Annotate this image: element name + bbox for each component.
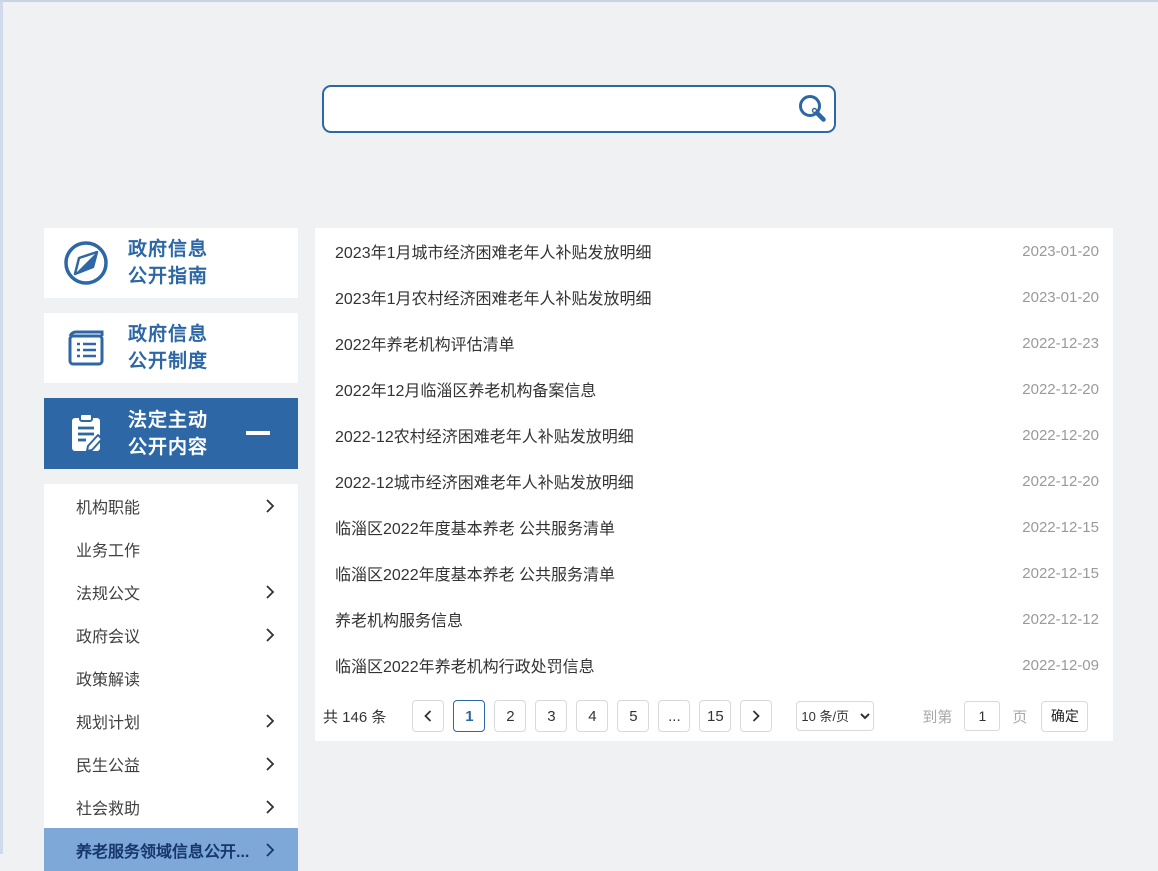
goto-confirm-button[interactable]: 确定 xyxy=(1041,701,1088,732)
page-number-buttons: 12345... 15 xyxy=(453,700,740,732)
document-row[interactable]: 养老机构服务信息 2022-12-12 xyxy=(315,596,1113,642)
document-list: 2023年1月城市经济困难老年人补贴发放明细 2023-01-20 2023年1… xyxy=(315,228,1113,688)
page-number-button[interactable]: 3 xyxy=(535,700,567,732)
goto-prefix-label: 到第 xyxy=(922,706,952,727)
document-date: 2022-12-20 xyxy=(1022,473,1099,490)
page-number-button[interactable]: ... xyxy=(658,700,690,732)
search-bar xyxy=(322,85,836,133)
document-title[interactable]: 2022年养老机构评估清单 xyxy=(335,331,515,355)
sidebar-menu-item[interactable]: 养老服务领域信息公开... xyxy=(44,828,298,871)
document-date: 2022-12-20 xyxy=(1022,381,1099,398)
document-date: 2022-12-20 xyxy=(1022,427,1099,444)
document-title[interactable]: 2022-12农村经济困难老年人补贴发放明细 xyxy=(335,423,634,447)
goto-suffix-label: 页 xyxy=(1012,706,1027,727)
page-number-button[interactable]: 2 xyxy=(494,700,526,732)
next-page-button[interactable] xyxy=(740,700,772,732)
sidebar-menu-item[interactable]: 政策解读 xyxy=(44,656,298,699)
chevron-left-icon xyxy=(422,709,434,723)
chevron-right-icon xyxy=(264,842,276,858)
document-row[interactable]: 2023年1月城市经济困难老年人补贴发放明细 2023-01-20 xyxy=(315,228,1113,274)
chevron-right-icon xyxy=(264,799,276,815)
sidebar-card-gov-info-rules[interactable]: 政府信息 公开制度 xyxy=(44,313,298,383)
sidebar-menu-item-label: 政府会议 xyxy=(76,623,140,647)
search-button[interactable] xyxy=(790,87,834,131)
document-date: 2023-01-20 xyxy=(1022,289,1099,306)
document-row[interactable]: 2022年养老机构评估清单 2022-12-23 xyxy=(315,320,1113,366)
goto-page-group: 到第 页 确定 xyxy=(922,701,1088,732)
page-number-button[interactable]: 1 xyxy=(453,700,485,732)
prev-page-button[interactable] xyxy=(412,700,444,732)
sidebar-menu-item-label: 业务工作 xyxy=(76,537,140,561)
goto-page-input[interactable] xyxy=(964,701,1000,731)
page-number-button[interactable]: 5 xyxy=(617,700,649,732)
chevron-right-icon xyxy=(264,584,276,600)
document-date: 2022-12-15 xyxy=(1022,519,1099,536)
sidebar-card-label: 政府信息 公开指南 xyxy=(128,236,208,290)
document-title[interactable]: 临淄区2022年养老机构行政处罚信息 xyxy=(335,653,595,677)
document-date: 2022-12-09 xyxy=(1022,657,1099,674)
sidebar-card-gov-info-guide[interactable]: 政府信息 公开指南 xyxy=(44,228,298,298)
document-title[interactable]: 2022年12月临淄区养老机构备案信息 xyxy=(335,377,596,401)
sidebar-menu-item[interactable]: 机构职能 xyxy=(44,484,298,527)
document-title[interactable]: 2023年1月农村经济困难老年人补贴发放明细 xyxy=(335,285,652,309)
sidebar-menu-item[interactable]: 规划计划 xyxy=(44,699,298,742)
sidebar-menu: 机构职能 业务工作 法规公文 xyxy=(44,484,298,871)
chevron-right-icon xyxy=(750,709,762,723)
document-title[interactable]: 临淄区2022年度基本养老 公共服务清单 xyxy=(335,561,615,585)
document-title[interactable]: 养老机构服务信息 xyxy=(335,607,463,631)
sidebar-menu-item-label: 民生公益 xyxy=(76,752,140,776)
sidebar-card-statutory-disclosure[interactable]: 法定主动 公开内容 xyxy=(44,398,298,469)
search-input[interactable] xyxy=(324,87,790,131)
search-icon xyxy=(796,93,828,125)
document-date: 2022-12-15 xyxy=(1022,565,1099,582)
compass-icon xyxy=(44,237,128,289)
sidebar-menu-item-label: 政策解读 xyxy=(76,666,140,690)
page-top-edge xyxy=(0,0,1158,2)
chevron-right-icon xyxy=(264,627,276,643)
page-left-edge xyxy=(0,0,3,854)
sidebar-menu-item-label: 社会救助 xyxy=(76,795,140,819)
document-row[interactable]: 2022-12城市经济困难老年人补贴发放明细 2022-12-20 xyxy=(315,458,1113,504)
sidebar-menu-item-label: 规划计划 xyxy=(76,709,140,733)
sidebar: 政府信息 公开指南 政府信息 公开制度 xyxy=(44,228,298,871)
total-count-label: 共 146 条 xyxy=(323,706,386,727)
document-date: 2023-01-20 xyxy=(1022,243,1099,260)
chevron-right-icon xyxy=(264,756,276,772)
sidebar-menu-item[interactable]: 民生公益 xyxy=(44,742,298,785)
page-number-button[interactable]: 4 xyxy=(576,700,608,732)
document-title[interactable]: 2023年1月城市经济困难老年人补贴发放明细 xyxy=(335,239,652,263)
collapse-minus-icon[interactable] xyxy=(246,431,270,435)
pagination-bar: 共 146 条 12345... 15 10 条/页 到第 页 xyxy=(315,700,1113,732)
document-title[interactable]: 临淄区2022年度基本养老 公共服务清单 xyxy=(335,515,615,539)
sidebar-card-label: 法定主动 公开内容 xyxy=(128,407,208,461)
sidebar-menu-item-label: 机构职能 xyxy=(76,494,140,518)
document-date: 2022-12-12 xyxy=(1022,611,1099,628)
clipboard-pencil-icon xyxy=(44,408,128,460)
document-row[interactable]: 临淄区2022年养老机构行政处罚信息 2022-12-09 xyxy=(315,642,1113,688)
sidebar-menu-item-label: 养老服务领域信息公开... xyxy=(76,838,249,862)
chevron-right-icon xyxy=(264,498,276,514)
sidebar-menu-item[interactable]: 法规公文 xyxy=(44,570,298,613)
document-row[interactable]: 2023年1月农村经济困难老年人补贴发放明细 2023-01-20 xyxy=(315,274,1113,320)
rules-book-icon xyxy=(44,322,128,374)
document-row[interactable]: 临淄区2022年度基本养老 公共服务清单 2022-12-15 xyxy=(315,504,1113,550)
document-row[interactable]: 2022-12农村经济困难老年人补贴发放明细 2022-12-20 xyxy=(315,412,1113,458)
sidebar-menu-item-label: 法规公文 xyxy=(76,580,140,604)
page-size-select[interactable]: 10 条/页 xyxy=(796,701,874,731)
sidebar-menu-item[interactable]: 社会救助 xyxy=(44,785,298,828)
chevron-right-icon xyxy=(264,713,276,729)
document-date: 2022-12-23 xyxy=(1022,335,1099,352)
document-title[interactable]: 2022-12城市经济困难老年人补贴发放明细 xyxy=(335,469,634,493)
sidebar-card-label: 政府信息 公开制度 xyxy=(128,321,208,375)
document-row[interactable]: 2022年12月临淄区养老机构备案信息 2022-12-20 xyxy=(315,366,1113,412)
page-number-button[interactable]: 15 xyxy=(699,700,731,732)
document-list-panel: 2023年1月城市经济困难老年人补贴发放明细 2023-01-20 2023年1… xyxy=(315,228,1113,741)
sidebar-menu-item[interactable]: 政府会议 xyxy=(44,613,298,656)
sidebar-menu-item[interactable]: 业务工作 xyxy=(44,527,298,570)
document-row[interactable]: 临淄区2022年度基本养老 公共服务清单 2022-12-15 xyxy=(315,550,1113,596)
